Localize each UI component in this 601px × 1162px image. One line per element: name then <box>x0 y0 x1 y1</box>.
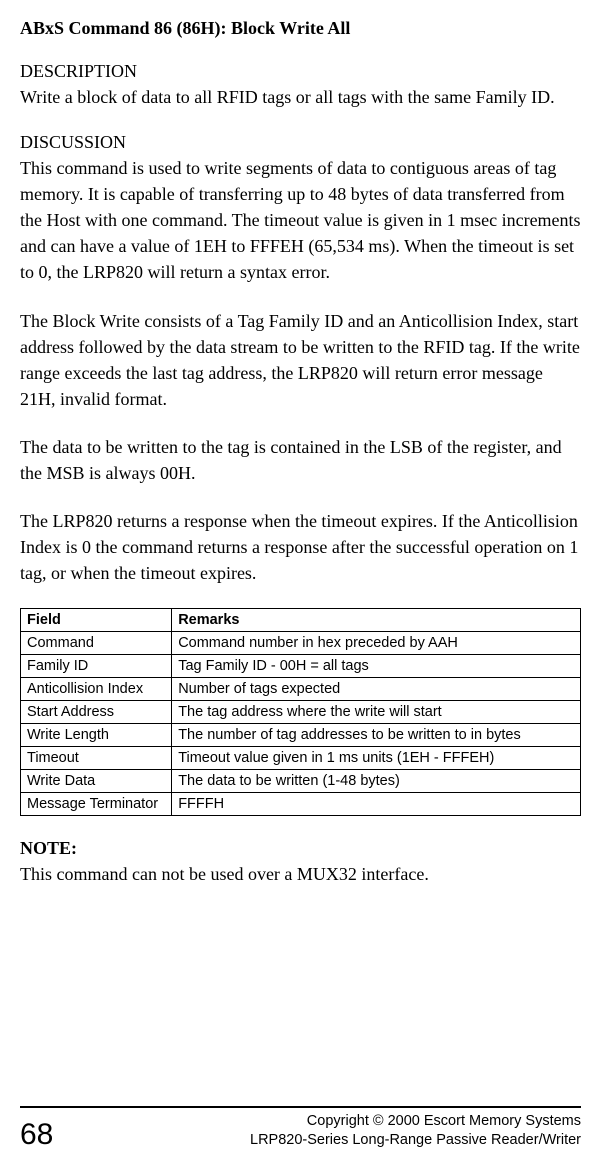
table-row: Message Terminator FFFFH <box>21 793 581 816</box>
table-row: Timeout Timeout value given in 1 ms unit… <box>21 747 581 770</box>
table-cell-field: Write Length <box>21 724 172 747</box>
page-number: 68 <box>20 1120 53 1150</box>
table-header-field: Field <box>21 609 172 632</box>
table-cell-remarks: Timeout value given in 1 ms units (1EH -… <box>172 747 581 770</box>
table-cell-remarks: Number of tags expected <box>172 678 581 701</box>
table-cell-remarks: The number of tag addresses to be writte… <box>172 724 581 747</box>
table-row: Write Data The data to be written (1-48 … <box>21 770 581 793</box>
table-cell-field: Anticollision Index <box>21 678 172 701</box>
note-label: NOTE: <box>20 838 581 859</box>
table-row: Write Length The number of tag addresses… <box>21 724 581 747</box>
table-row: Anticollision Index Number of tags expec… <box>21 678 581 701</box>
description-label: DESCRIPTION <box>20 61 581 82</box>
page-title: ABxS Command 86 (86H): Block Write All <box>20 18 581 39</box>
table-cell-field: Timeout <box>21 747 172 770</box>
table-row: Start Address The tag address where the … <box>21 701 581 724</box>
field-remarks-table: Field Remarks Command Command number in … <box>20 608 581 816</box>
footer-product: LRP820-Series Long-Range Passive Reader/… <box>250 1131 581 1150</box>
table-cell-field: Command <box>21 632 172 655</box>
table-cell-remarks: Tag Family ID - 00H = all tags <box>172 655 581 678</box>
table-row: Command Command number in hex preceded b… <box>21 632 581 655</box>
footer-copyright: Copyright © 2000 Escort Memory Systems <box>250 1112 581 1131</box>
table-cell-remarks: FFFFH <box>172 793 581 816</box>
discussion-label: DISCUSSION <box>20 132 581 153</box>
page-footer: 68 Copyright © 2000 Escort Memory System… <box>20 1106 581 1150</box>
discussion-paragraph-2: The Block Write consists of a Tag Family… <box>20 308 581 412</box>
table-cell-remarks: The tag address where the write will sta… <box>172 701 581 724</box>
table-header-remarks: Remarks <box>172 609 581 632</box>
table-cell-remarks: Command number in hex preceded by AAH <box>172 632 581 655</box>
discussion-paragraph-1: This command is used to write segments o… <box>20 155 581 285</box>
discussion-paragraph-3: The data to be written to the tag is con… <box>20 434 581 486</box>
table-header-row: Field Remarks <box>21 609 581 632</box>
table-cell-field: Family ID <box>21 655 172 678</box>
table-cell-field: Write Data <box>21 770 172 793</box>
note-text: This command can not be used over a MUX3… <box>20 861 581 887</box>
footer-rule <box>20 1106 581 1108</box>
discussion-paragraph-4: The LRP820 returns a response when the t… <box>20 508 581 586</box>
footer-text: Copyright © 2000 Escort Memory Systems L… <box>250 1112 581 1150</box>
table-cell-field: Message Terminator <box>21 793 172 816</box>
table-row: Family ID Tag Family ID - 00H = all tags <box>21 655 581 678</box>
description-text: Write a block of data to all RFID tags o… <box>20 84 581 110</box>
table-cell-remarks: The data to be written (1-48 bytes) <box>172 770 581 793</box>
table-cell-field: Start Address <box>21 701 172 724</box>
